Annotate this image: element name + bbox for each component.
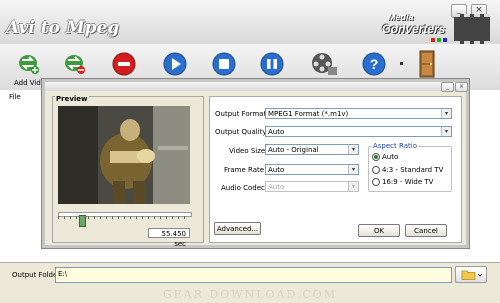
add-video-icon[interactable] — [18, 51, 40, 75]
audio-codec-value: Auto — [268, 183, 285, 191]
aspect-auto-label[interactable]: Auto — [382, 153, 398, 161]
video-size-label: Video Size — [229, 147, 266, 155]
video-frame-image — [58, 106, 190, 204]
chevron-down-icon: ▾ — [348, 182, 358, 191]
output-format-label: Output Format — [215, 110, 267, 118]
output-folder-field[interactable] — [55, 267, 452, 283]
output-format-value: MPEG1 Format (*.m1v) — [268, 110, 349, 118]
output-quality-value: Auto — [268, 128, 285, 136]
browse-folder-button[interactable] — [455, 266, 487, 283]
output-folder-value: E:\ — [58, 270, 68, 278]
audio-codec-select: Auto ▾ — [265, 181, 359, 192]
audio-codec-label: Audio Codec — [221, 184, 265, 192]
timeline-ticks — [58, 216, 190, 219]
brand-logo-top: Media — [388, 12, 414, 22]
timeline-slider-thumb[interactable] — [79, 215, 86, 227]
dialog-close-button[interactable]: × — [455, 82, 468, 92]
film-settings-icon[interactable] — [310, 51, 338, 77]
remove-video-icon[interactable] — [63, 51, 87, 75]
help-icon[interactable]: ? — [362, 52, 386, 76]
dropdown-dot-icon — [400, 62, 403, 65]
chevron-down-icon[interactable]: ▾ — [441, 109, 451, 118]
chevron-down-icon[interactable]: ▾ — [441, 127, 451, 136]
output-folder-label: Output Folder — [12, 271, 61, 279]
video-size-value: Auto - Original — [268, 146, 319, 154]
stop-icon[interactable] — [112, 52, 136, 76]
brand-dot-icon — [437, 38, 441, 42]
brand-logo: Converters — [382, 22, 446, 36]
chevron-down-icon[interactable]: ▾ — [348, 145, 358, 154]
aspect-16-9-label[interactable]: 16:9 - Wide TV — [382, 178, 433, 186]
video-size-select[interactable]: Auto - Original ▾ — [265, 144, 359, 155]
cancel-button[interactable]: Cancel — [405, 224, 447, 237]
preview-label: Preview — [55, 95, 89, 103]
app-title: Avi to Mpeg — [6, 18, 120, 38]
aspect-4-3-radio[interactable] — [372, 166, 380, 174]
file-column-header[interactable]: File — [9, 93, 21, 101]
svg-text:?: ? — [370, 56, 379, 72]
advanced-button[interactable]: Advanced... — [214, 222, 261, 235]
pause-icon[interactable] — [260, 52, 284, 76]
watermark: GEAR DOWNLOAD.COM — [0, 287, 500, 303]
frame-rate-select[interactable]: Auto ▾ — [265, 164, 359, 175]
chevron-down-icon[interactable]: ▾ — [348, 165, 358, 174]
output-quality-label: Output Quality — [215, 128, 267, 136]
output-format-select[interactable]: MPEG1 Format (*.m1v) ▾ — [265, 108, 452, 119]
filmstrip-icon — [454, 14, 490, 44]
folder-icon — [461, 270, 483, 280]
dialog-title-bar — [45, 82, 466, 91]
brand-dot-icon — [443, 38, 447, 42]
dialog-minimize-button[interactable]: _ — [441, 82, 454, 92]
time-readout: 55.450 sec — [148, 228, 190, 248]
aspect-16-9-radio[interactable] — [372, 178, 380, 186]
aspect-ratio-label: Aspect Ratio — [372, 142, 418, 150]
brand-dot-icon — [431, 38, 435, 42]
frame-rate-value: Auto — [268, 166, 285, 174]
video-preview — [58, 106, 190, 204]
record-icon[interactable] — [212, 52, 236, 76]
output-quality-select[interactable]: Auto ▾ — [265, 126, 452, 137]
frame-rate-label: Frame Rate — [224, 166, 265, 174]
aspect-auto-radio[interactable] — [372, 153, 380, 161]
exit-door-icon[interactable] — [418, 50, 438, 78]
aspect-4-3-label[interactable]: 4:3 - Standard TV — [382, 166, 443, 174]
ok-button[interactable]: OK — [358, 224, 400, 237]
play-icon[interactable] — [163, 52, 187, 76]
